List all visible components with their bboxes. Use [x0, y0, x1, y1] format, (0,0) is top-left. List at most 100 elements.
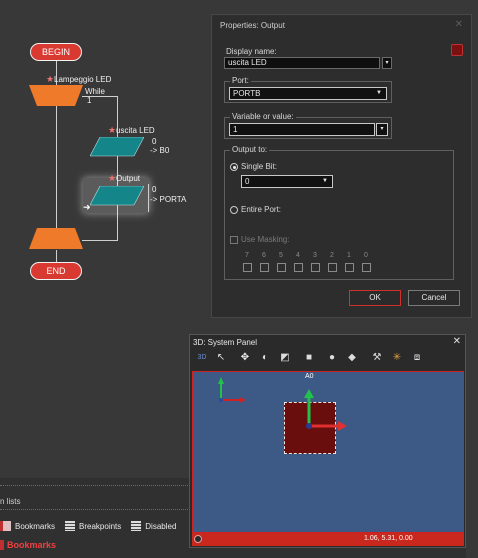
flow-line — [56, 250, 57, 262]
component-icon[interactable] — [451, 44, 463, 56]
bit-number: 4 — [296, 252, 300, 259]
chevron-down-icon: ▼ — [322, 178, 328, 184]
sphere-icon[interactable]: ● — [325, 351, 339, 365]
system-panel-3d: 3D: System Panel ✕ 3D ↖ ✥ ◐ ◩ ■ ● ◆ ⚒ ✳ … — [189, 334, 466, 548]
bit-number: 3 — [313, 252, 317, 259]
output2-target: -> PORTA — [150, 195, 187, 204]
bit-checkbox[interactable] — [243, 263, 252, 272]
flow-line — [117, 96, 118, 240]
display-name-dropdown[interactable]: ▾ — [382, 57, 392, 69]
arrow-right-icon: ➜ — [83, 202, 91, 212]
bookmark-star-icon: ★ — [108, 125, 117, 135]
tab-bookmarks[interactable]: Bookmarks — [15, 522, 55, 531]
view-cube-icon[interactable]: ⧈ — [410, 351, 424, 365]
bookmark-star-icon: ★ — [46, 74, 55, 84]
variable-group: Variable or value: 1 ▾ — [224, 112, 392, 139]
panel-title: 3D: System Panel — [193, 338, 258, 347]
entire-port-radio[interactable] — [230, 206, 238, 214]
cancel-button[interactable]: Cancel — [408, 290, 460, 306]
port-select[interactable]: PORTB ▼ — [229, 87, 387, 100]
rotate-icon[interactable]: ◐ — [258, 351, 272, 365]
scale-icon[interactable]: ◩ — [278, 351, 292, 365]
port-label: Port: — [230, 76, 251, 85]
tab-disabled[interactable]: Disabled — [145, 522, 176, 531]
status-bar: 1.06, 5.31, 0.00 — [192, 533, 464, 546]
flow-line — [56, 110, 57, 228]
output2-value: 0 — [152, 185, 157, 194]
single-bit-radio[interactable] — [230, 163, 238, 171]
bit-checkbox[interactable] — [294, 263, 303, 272]
loop-end-shape[interactable] — [29, 228, 83, 250]
active-list-header: Bookmarks — [0, 540, 56, 550]
camera-icon[interactable]: ■ — [302, 351, 316, 365]
display-name-field[interactable]: uscita LED — [224, 57, 380, 69]
bit-checkbox[interactable] — [345, 263, 354, 272]
display-name-value: uscita LED — [228, 58, 267, 67]
entire-port-label: Entire Port: — [241, 205, 282, 214]
bit-number: 0 — [364, 252, 368, 259]
bit-checkbox[interactable] — [311, 263, 320, 272]
bit-number: 2 — [330, 252, 334, 259]
ok-button[interactable]: OK — [349, 290, 401, 306]
bracket-line — [148, 184, 149, 212]
disabled-icon — [131, 521, 142, 531]
dialog-title: Properties: Output — [220, 21, 285, 30]
output-block-uscita[interactable] — [90, 137, 144, 157]
begin-terminal[interactable]: BEGIN — [30, 43, 82, 61]
output1-target: -> B0 — [150, 146, 170, 155]
wrench-icon[interactable]: ⚒ — [370, 351, 384, 365]
bookmark-star-icon: ★ — [108, 173, 117, 183]
properties-dialog: Properties: Output ✕ Display name: uscit… — [211, 14, 472, 318]
bookmarks-icon — [0, 521, 11, 531]
output-to-group: Output to: Single Bit: 0 ▼ Entire Port: … — [224, 145, 454, 280]
active-list-label: Bookmarks — [7, 540, 57, 550]
bit-checkbox[interactable] — [277, 263, 286, 272]
pointer-icon[interactable]: ↖ — [214, 351, 228, 365]
bit-number: 6 — [262, 252, 266, 259]
variable-label: Variable or value: — [230, 112, 296, 121]
output2-name: Output — [116, 174, 141, 183]
variable-dropdown[interactable]: ▾ — [376, 123, 388, 136]
bit-number: 1 — [347, 252, 351, 259]
port-value: PORTB — [233, 89, 261, 98]
loop-kind: While — [85, 87, 106, 96]
loop-start-shape[interactable] — [29, 85, 83, 107]
single-bit-label: Single Bit: — [241, 162, 278, 171]
bit-checkbox[interactable] — [328, 263, 337, 272]
coordinates-readout: 1.06, 5.31, 0.00 — [364, 535, 413, 542]
use-masking-label: Use Masking: — [241, 235, 290, 244]
axes-icon[interactable]: ✳ — [390, 351, 404, 365]
output1-name: uscita LED — [116, 126, 155, 135]
end-label: END — [46, 266, 66, 276]
loop-title: Lampeggio LED — [54, 75, 112, 84]
close-icon[interactable]: ✕ — [453, 336, 461, 347]
use-masking-checkbox[interactable] — [230, 236, 238, 244]
port-group: Port: PORTB ▼ — [224, 76, 392, 103]
tab-breakpoints[interactable]: Breakpoints — [79, 522, 121, 531]
transform-gizmo-icon[interactable] — [293, 388, 353, 436]
object-label: A0 — [305, 373, 314, 380]
output-to-label: Output to: — [230, 145, 270, 154]
bit-number: 5 — [279, 252, 283, 259]
close-icon[interactable]: ✕ — [455, 19, 463, 30]
chevron-down-icon: ▼ — [376, 90, 382, 96]
flow-line — [82, 240, 118, 241]
tab-3d[interactable]: 3D — [195, 351, 209, 365]
3d-viewport[interactable]: A0 — [192, 371, 464, 533]
bookmarks-icon — [0, 540, 4, 550]
variable-value: 1 — [233, 125, 238, 134]
variable-field[interactable]: 1 — [229, 123, 375, 136]
breakpoints-icon — [65, 521, 76, 531]
output-block-selected[interactable] — [90, 186, 144, 206]
loop-condition: 1 — [87, 96, 92, 105]
tab-strip: Bookmarks Breakpoints Disabled — [0, 521, 176, 531]
move-icon[interactable]: ✥ — [238, 351, 252, 365]
cube-icon[interactable]: ◆ — [345, 351, 359, 365]
bit-checkbox[interactable] — [260, 263, 269, 272]
bit-checkbox[interactable] — [362, 263, 371, 272]
end-terminal[interactable]: END — [30, 262, 82, 280]
single-bit-select[interactable]: 0 ▼ — [241, 175, 333, 188]
output1-value: 0 — [152, 137, 157, 146]
bit-number: 7 — [245, 252, 249, 259]
section-title: n lists — [0, 497, 21, 506]
